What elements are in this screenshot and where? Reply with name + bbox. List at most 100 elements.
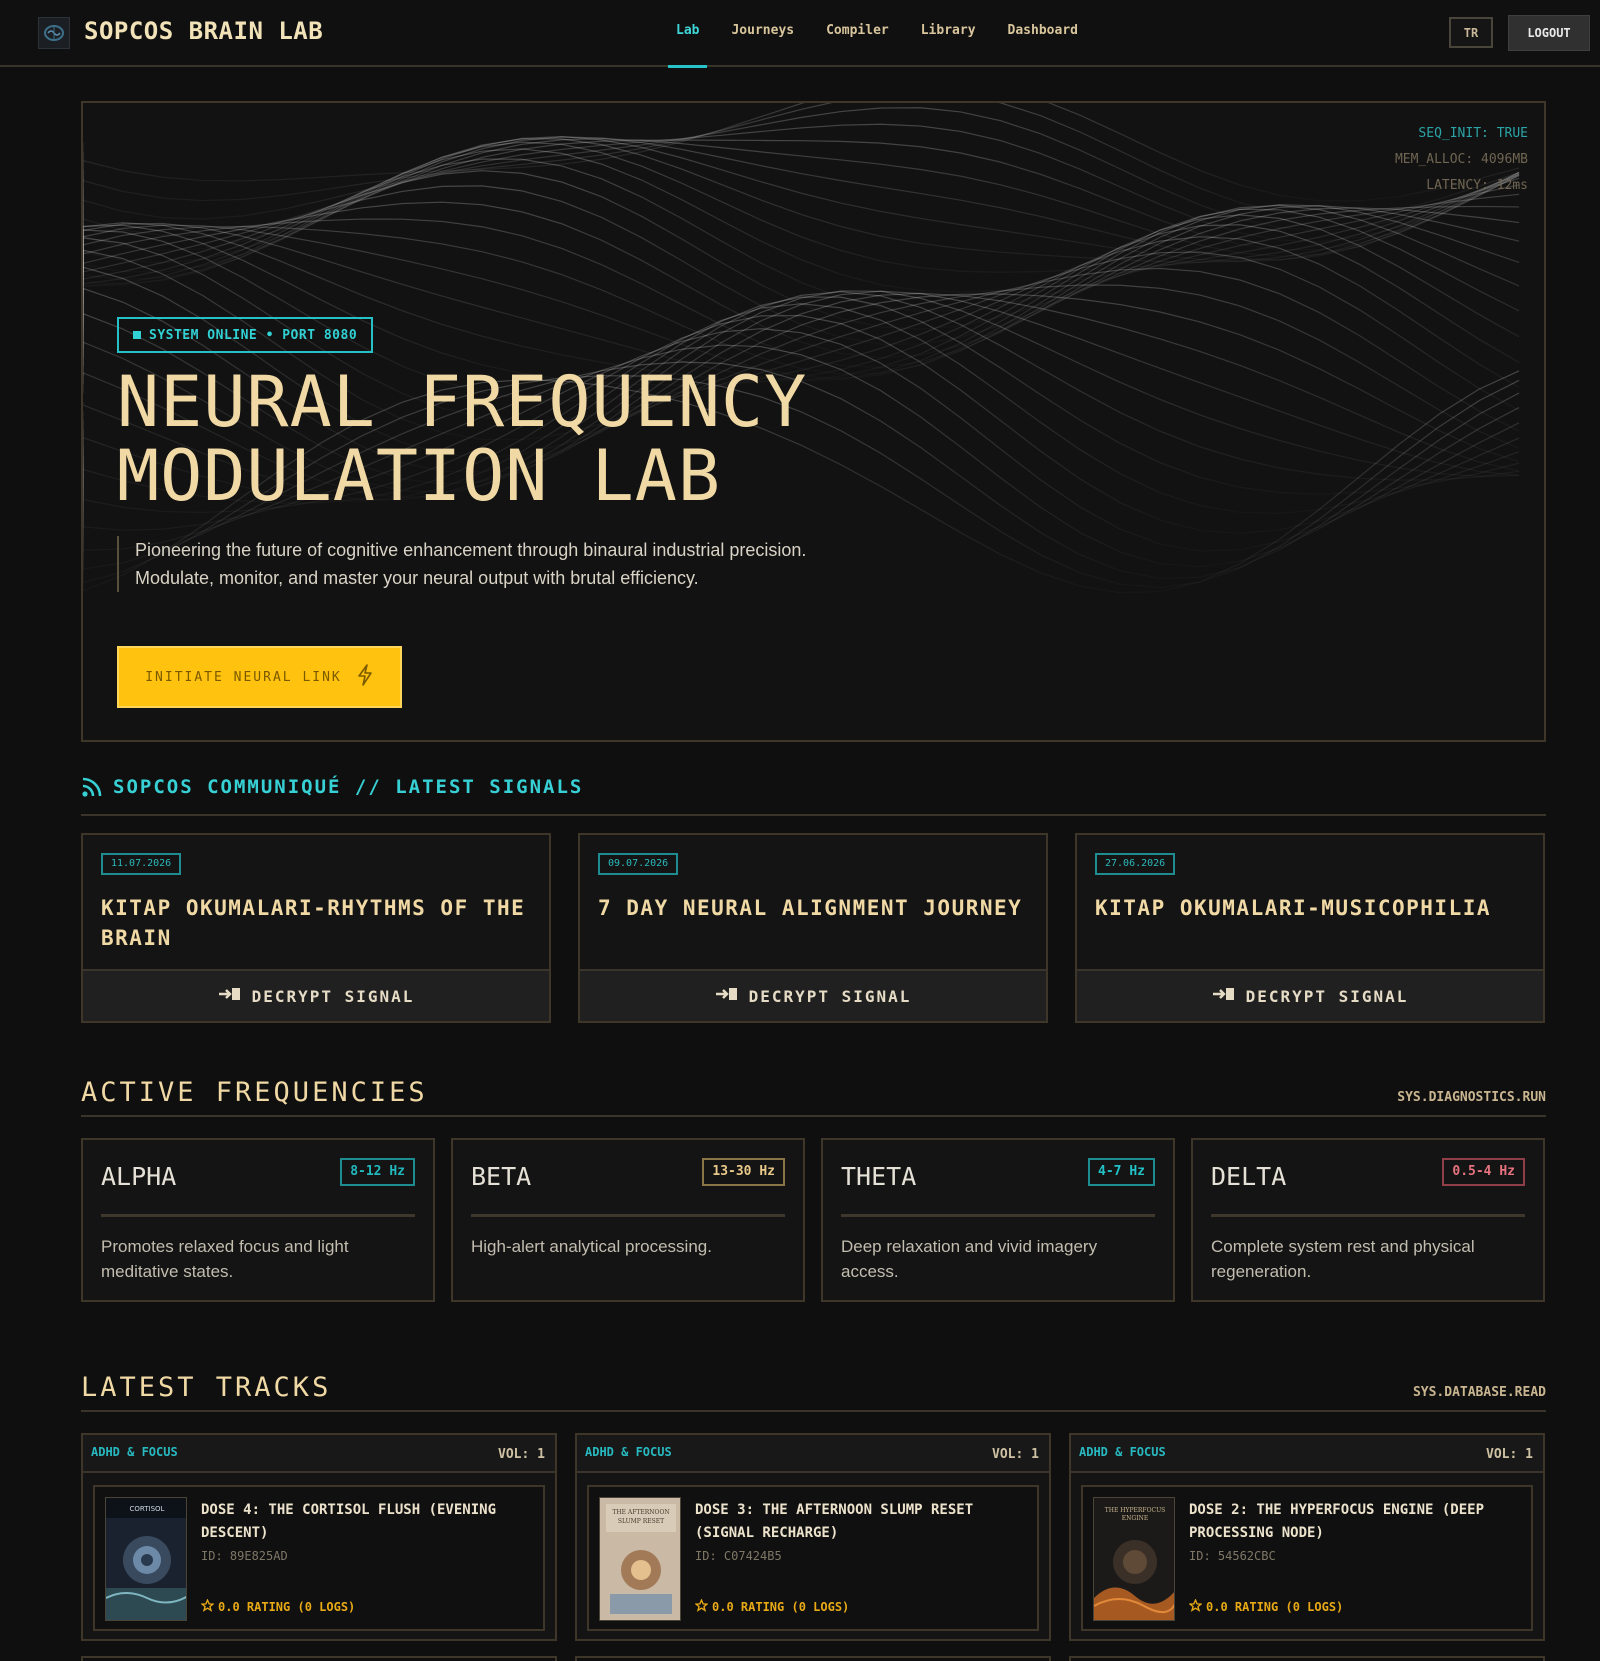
signal-date: 27.06.2026 xyxy=(1095,853,1176,875)
cover-caption: CORTISOL xyxy=(130,1505,165,1513)
nav-link-dashboard[interactable]: Dashboard xyxy=(992,0,1094,67)
track-id: ID: 54562CBC xyxy=(1189,1549,1276,1563)
wave-line xyxy=(83,107,1520,232)
initiate-neural-link-button[interactable]: INITIATE NEURAL LINK xyxy=(117,646,402,708)
language-toggle-button[interactable]: TR xyxy=(1449,17,1493,48)
stat-mem-alloc: MEM_ALLOC: 4096MB xyxy=(1394,152,1528,167)
system-status-badge: SYSTEM ONLINE • PORT 8080 xyxy=(117,317,374,353)
track-card[interactable]: ADHD & FOCUS VOL: 1 CORTISOL DOSE 4: THE… xyxy=(81,1433,557,1641)
track-volume: VOL: 1 xyxy=(1486,1447,1533,1462)
frequency-description: Complete system rest and physical regene… xyxy=(1211,1237,1475,1281)
frequency-card-theta[interactable]: THETA 4-7 Hz Deep relaxation and vivid i… xyxy=(821,1138,1175,1302)
communique-header: SOPCOS COMMUNIQUÉ // LATEST SIGNALS xyxy=(81,776,1546,816)
track-volume: VOL: 1 xyxy=(498,1447,545,1462)
frequency-description: Promotes relaxed focus and light meditat… xyxy=(101,1237,349,1281)
track-card-partial xyxy=(575,1656,1051,1661)
track-card-header: ADHD & FOCUS VOL: 1 xyxy=(577,1435,1049,1473)
track-body: THE AFTERNOON SLUMP RESET DOSE 3: THE AF… xyxy=(587,1485,1039,1631)
track-rating-text: 0.0 RATING (0 LOGS) xyxy=(1206,1600,1344,1614)
track-id: ID: C07424B5 xyxy=(695,1549,782,1563)
rss-icon xyxy=(81,776,103,802)
frequencies-header: ACTIVE FREQUENCIES SYS.DIAGNOSTICS.RUN xyxy=(81,1077,1546,1117)
star-icon xyxy=(200,1598,215,1615)
frequency-range-badge: 8-12 Hz xyxy=(340,1158,415,1186)
track-card-header: ADHD & FOCUS VOL: 1 xyxy=(83,1435,555,1473)
frequency-range-badge: 0.5-4 Hz xyxy=(1442,1158,1525,1186)
signal-card: 11.07.2026 KITAP OKUMALARI-RHYTHMS OF TH… xyxy=(81,833,551,1023)
divider xyxy=(1211,1214,1525,1217)
wave-line xyxy=(83,103,1520,218)
nav-link-compiler[interactable]: Compiler xyxy=(810,0,905,67)
decrypt-signal-label: DECRYPT SIGNAL xyxy=(1245,986,1409,1006)
nav-link-library[interactable]: Library xyxy=(905,0,992,67)
track-category: ADHD & FOCUS xyxy=(91,1445,178,1459)
track-volume: VOL: 1 xyxy=(992,1447,1039,1462)
brain-logo-icon[interactable] xyxy=(38,17,70,49)
signal-date: 11.07.2026 xyxy=(101,853,182,875)
hero-title: NEURAL FREQUENCY MODULATION LAB xyxy=(117,365,807,513)
hero-title-line-1: NEURAL FREQUENCY xyxy=(117,361,808,443)
sign-in-icon xyxy=(1212,986,1236,1006)
signal-card: 09.07.2026 7 DAY NEURAL ALIGNMENT JOURNE… xyxy=(578,833,1048,1023)
track-body: THE HYPERFOCUS ENGINE DOSE 2: THE HYPERF… xyxy=(1081,1485,1533,1631)
hero-title-line-2: MODULATION LAB xyxy=(117,435,722,517)
wave-line xyxy=(83,139,1520,252)
brand-name[interactable]: SOPCOS BRAIN LAB xyxy=(84,17,323,45)
nav-link-lab[interactable]: Lab xyxy=(660,0,715,68)
nav-link-journeys[interactable]: Journeys xyxy=(715,0,810,67)
divider xyxy=(471,1214,785,1217)
signal-title[interactable]: 7 DAY NEURAL ALIGNMENT JOURNEY xyxy=(598,893,1028,923)
lightning-icon xyxy=(356,664,374,690)
status-square-icon xyxy=(133,331,141,339)
frequency-description: High-alert analytical processing. xyxy=(471,1237,712,1256)
tracks-title: LATEST TRACKS xyxy=(81,1372,332,1403)
track-card-partial xyxy=(81,1656,557,1661)
logout-button[interactable]: LOGOUT xyxy=(1508,15,1590,51)
svg-text:SLUMP RESET: SLUMP RESET xyxy=(618,1518,664,1525)
track-rating-text: 0.0 RATING (0 LOGS) xyxy=(712,1600,850,1614)
track-category: ADHD & FOCUS xyxy=(585,1445,672,1459)
decrypt-signal-button[interactable]: DECRYPT SIGNAL xyxy=(83,969,549,1021)
frequency-card-delta[interactable]: DELTA 0.5-4 Hz Complete system rest and … xyxy=(1191,1138,1545,1302)
svg-text:THE AFTERNOON: THE AFTERNOON xyxy=(612,1509,669,1516)
track-cover-image: THE AFTERNOON SLUMP RESET xyxy=(599,1497,681,1621)
frequencies-meta: SYS.DIAGNOSTICS.RUN xyxy=(1397,1090,1546,1105)
signal-title[interactable]: KITAP OKUMALARI-RHYTHMS OF THE BRAIN xyxy=(101,893,531,953)
track-rating: 0.0 RATING (0 LOGS) xyxy=(694,1598,850,1615)
decrypt-signal-label: DECRYPT SIGNAL xyxy=(251,986,415,1006)
decrypt-signal-button[interactable]: DECRYPT SIGNAL xyxy=(1077,969,1543,1021)
track-body: CORTISOL DOSE 4: THE CORTISOL FLUSH (EVE… xyxy=(93,1485,545,1631)
track-rating-text: 0.0 RATING (0 LOGS) xyxy=(218,1600,356,1614)
wave-line xyxy=(83,138,1520,264)
frequency-card-alpha[interactable]: ALPHA 8-12 Hz Promotes relaxed focus and… xyxy=(81,1138,435,1302)
track-cover-image: CORTISOL xyxy=(105,1497,187,1621)
svg-text:THE HYPERFOCUS: THE HYPERFOCUS xyxy=(1105,1507,1166,1514)
track-title[interactable]: DOSE 4: THE CORTISOL FLUSH (EVENING DESC… xyxy=(201,1499,541,1545)
track-title[interactable]: DOSE 3: THE AFTERNOON SLUMP RESET (SIGNA… xyxy=(695,1499,1035,1545)
frequency-card-beta[interactable]: BETA 13-30 Hz High-alert analytical proc… xyxy=(451,1138,805,1302)
sign-in-icon xyxy=(715,986,739,1006)
frequency-description: Deep relaxation and vivid imagery access… xyxy=(841,1237,1098,1281)
wave-line xyxy=(83,138,1520,285)
star-icon xyxy=(1188,1598,1203,1615)
sign-in-icon xyxy=(218,986,242,1006)
divider xyxy=(101,1214,415,1217)
frequency-name: BETA xyxy=(471,1162,532,1191)
svg-text:ENGINE: ENGINE xyxy=(1122,1515,1148,1522)
track-card-partial xyxy=(1069,1656,1545,1661)
track-rating: 0.0 RATING (0 LOGS) xyxy=(1188,1598,1344,1615)
cta-label: INITIATE NEURAL LINK xyxy=(145,669,342,685)
frequency-name: DELTA xyxy=(1211,1162,1287,1191)
top-navbar: SOPCOS BRAIN LAB Lab Journeys Compiler L… xyxy=(0,0,1600,68)
track-card[interactable]: ADHD & FOCUS VOL: 1 THE HYPERFOCUS ENGIN… xyxy=(1069,1433,1545,1641)
track-title[interactable]: DOSE 2: THE HYPERFOCUS ENGINE (DEEP PROC… xyxy=(1189,1499,1529,1545)
decrypt-signal-button[interactable]: DECRYPT SIGNAL xyxy=(580,969,1046,1021)
communique-title: SOPCOS COMMUNIQUÉ // LATEST SIGNALS xyxy=(113,776,584,798)
frequencies-title: ACTIVE FREQUENCIES xyxy=(81,1077,428,1108)
track-card[interactable]: ADHD & FOCUS VOL: 1 THE AFTERNOON SLUMP … xyxy=(575,1433,1051,1641)
tracks-meta: SYS.DATABASE.READ xyxy=(1412,1385,1546,1400)
tracks-header: LATEST TRACKS SYS.DATABASE.READ xyxy=(81,1372,1546,1412)
signal-title[interactable]: KITAP OKUMALARI-MUSICOPHILIA xyxy=(1095,893,1525,923)
track-id: ID: 89E825AD xyxy=(201,1549,288,1563)
main-nav: Lab Journeys Compiler Library Dashboard xyxy=(660,0,1094,68)
